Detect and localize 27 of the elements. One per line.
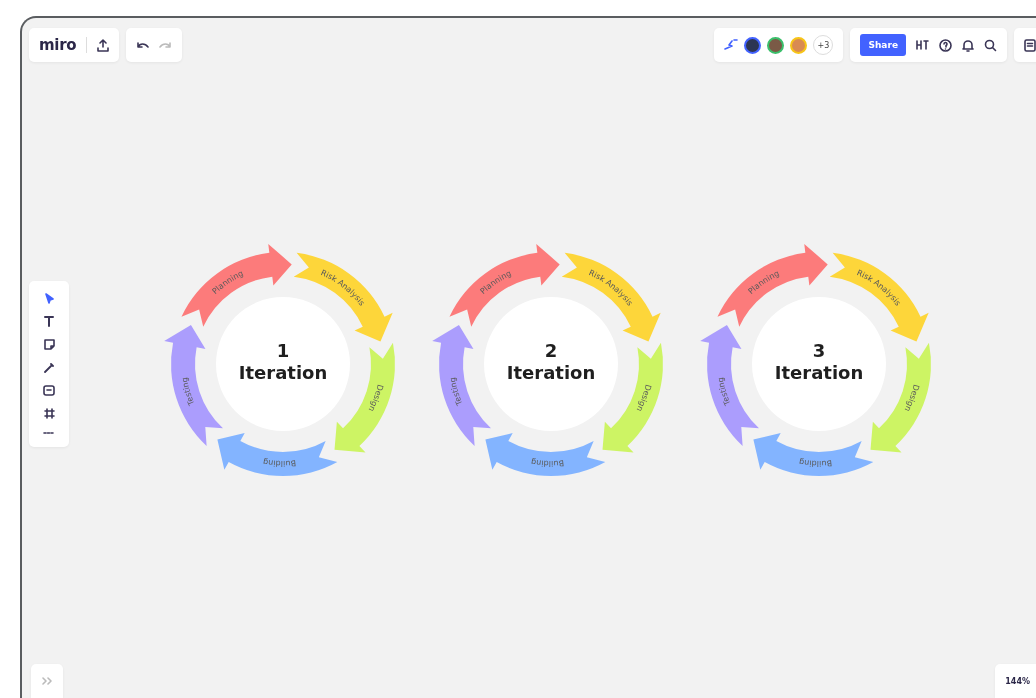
- comment-frame-icon[interactable]: [43, 384, 55, 396]
- cycle-label: Building: [798, 456, 833, 468]
- iteration-title: Iteration: [774, 361, 864, 383]
- frame-icon[interactable]: [43, 407, 55, 419]
- text-icon[interactable]: [44, 315, 54, 327]
- more-icon[interactable]: [43, 430, 55, 435]
- help-icon[interactable]: [939, 38, 952, 52]
- undo-icon[interactable]: [136, 41, 150, 49]
- avatar-icon[interactable]: [744, 36, 762, 54]
- share-button[interactable]: Share: [860, 34, 906, 56]
- pen-icon[interactable]: [43, 361, 55, 373]
- avatar-icon[interactable]: [767, 36, 785, 54]
- iteration-number: 1: [276, 339, 290, 361]
- select-cursor-icon[interactable]: [44, 292, 54, 304]
- cycle-label: Building: [262, 456, 297, 468]
- iteration-title: Iteration: [238, 361, 328, 383]
- sticky-note-icon[interactable]: [43, 338, 55, 350]
- iteration-title: Iteration: [506, 361, 596, 383]
- upload-icon[interactable]: [97, 38, 110, 52]
- search-icon[interactable]: [984, 38, 997, 52]
- bell-icon[interactable]: [962, 38, 974, 52]
- iteration-number: 3: [812, 339, 826, 361]
- cycle-label: Building: [530, 456, 565, 468]
- zoom-level[interactable]: 144%: [1005, 676, 1030, 686]
- iteration-number: 2: [544, 339, 558, 361]
- notes-icon[interactable]: [1024, 38, 1036, 52]
- miro-logo[interactable]: miro: [39, 36, 77, 54]
